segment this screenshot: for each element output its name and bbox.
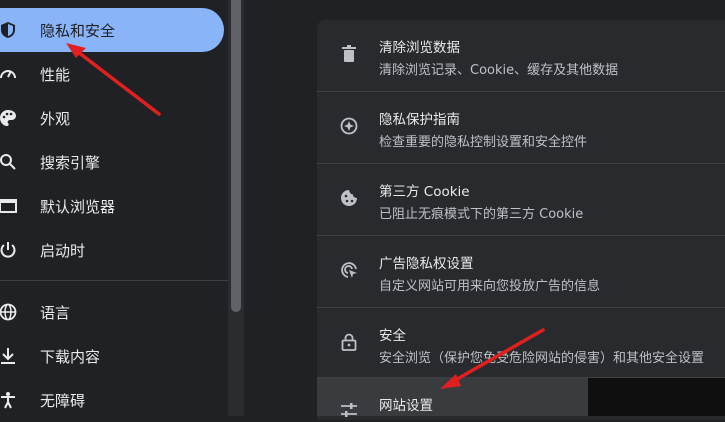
sidebar-item-label: 下载内容 (40, 347, 101, 366)
speedometer-icon (0, 64, 18, 84)
ad-privacy-icon (339, 260, 359, 280)
sidebar-item-label: 性能 (40, 65, 71, 84)
security-row[interactable]: 安全 安全浏览（保护您免受危险网站的侵害）和其他安全设置 (317, 308, 725, 379)
clear-browsing-data-row[interactable]: 清除浏览数据 清除浏览记录、Cookie、缓存及其他数据 (317, 20, 725, 91)
settings-sidebar: 隐私和安全 性能 外观 搜索引擎 默认浏览器 启动时 语言 下载内容 无障碍 (0, 0, 228, 416)
sidebar-item-label: 无障碍 (40, 391, 86, 410)
compass-icon (339, 116, 359, 136)
browser-window-icon (0, 196, 18, 216)
trash-icon (339, 44, 359, 64)
sidebar-item-label: 语言 (40, 303, 71, 322)
row-title: 广告隐私权设置 (379, 256, 474, 272)
third-party-cookies-row[interactable]: 第三方 Cookie 已阻止无痕模式下的第三方 Cookie (317, 164, 725, 235)
sidebar-item-accessibility[interactable]: 无障碍 (0, 378, 224, 422)
privacy-guide-row[interactable]: 隐私保护指南 检查重要的隐私控制设置和安全控件 (317, 92, 725, 163)
cookie-icon (339, 188, 359, 208)
row-description: 已阻止无痕模式下的第三方 Cookie (379, 207, 584, 222)
shield-icon (0, 20, 18, 40)
sliders-icon (339, 400, 359, 420)
sidebar-divider (0, 280, 228, 281)
sidebar-scrollbar-thumb[interactable] (231, 0, 241, 312)
sidebar-item-label: 默认浏览器 (40, 197, 116, 216)
row-description: 检查重要的隐私控制设置和安全控件 (379, 135, 588, 150)
sidebar-item-appearance[interactable]: 外观 (0, 96, 224, 140)
globe-icon (0, 302, 18, 322)
row-title: 隐私保护指南 (379, 112, 460, 128)
row-description: 安全浏览（保护您免受危险网站的侵害）和其他安全设置 (379, 351, 705, 366)
sidebar-item-on-startup[interactable]: 启动时 (0, 228, 224, 272)
sidebar-item-languages[interactable]: 语言 (0, 290, 224, 334)
sidebar-item-search-engine[interactable]: 搜索引擎 (0, 140, 224, 184)
sidebar-item-label: 搜索引擎 (40, 153, 101, 172)
sidebar-item-label: 隐私和安全 (40, 21, 116, 40)
sidebar-item-downloads[interactable]: 下载内容 (0, 334, 224, 378)
power-icon (0, 240, 18, 260)
search-icon (0, 152, 18, 172)
sidebar-item-default-browser[interactable]: 默认浏览器 (0, 184, 224, 228)
row-description: 清除浏览记录、Cookie、缓存及其他数据 (379, 63, 619, 78)
accessibility-icon (0, 390, 18, 410)
dark-overlay-block (588, 378, 725, 416)
row-title: 安全 (379, 328, 406, 344)
sidebar-item-performance[interactable]: 性能 (0, 52, 224, 96)
row-title: 网站设置 (379, 398, 433, 414)
lock-icon (339, 332, 359, 352)
sidebar-item-label: 外观 (40, 109, 71, 128)
row-title: 清除浏览数据 (379, 40, 460, 56)
download-icon (0, 346, 18, 366)
sidebar-item-label: 启动时 (40, 241, 86, 260)
palette-icon (0, 108, 18, 128)
ad-privacy-row[interactable]: 广告隐私权设置 自定义网站可用来向您投放广告的信息 (317, 236, 725, 307)
row-title: 第三方 Cookie (379, 184, 470, 200)
sidebar-item-privacy-security[interactable]: 隐私和安全 (0, 8, 224, 52)
row-description: 自定义网站可用来向您投放广告的信息 (379, 279, 601, 294)
